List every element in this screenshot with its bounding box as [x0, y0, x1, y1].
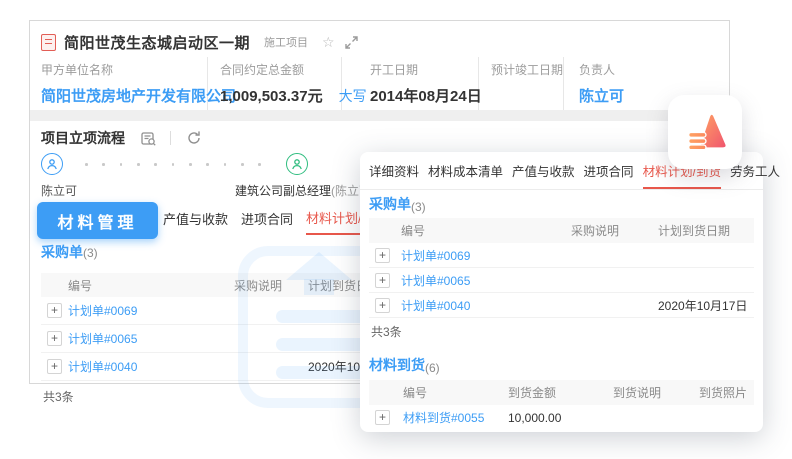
field-contract-amount: 合同约定总金额 1,009,503.37元大写 — [208, 57, 342, 117]
project-type-badge: 施工项目 — [264, 34, 308, 50]
favorite-star-icon[interactable]: ☆ — [322, 34, 335, 51]
table-footer-count: 共3条 — [369, 318, 754, 344]
purchase-section-title: 采购单(3) — [369, 190, 426, 214]
flow-refresh-icon[interactable] — [187, 131, 201, 145]
icon-divider — [170, 131, 171, 145]
field-label: 负责人 — [579, 61, 723, 78]
col-id: 编号 — [68, 277, 234, 294]
document-icon — [41, 34, 56, 51]
row-link[interactable]: 材料到货#0055 — [403, 409, 508, 426]
table-row[interactable]: + 计划单#0040 2020年10月17日 — [369, 293, 754, 318]
row-link[interactable]: 计划单#0069 — [401, 247, 571, 264]
project-title: 简阳世茂生态城启动区一期 — [64, 32, 250, 53]
flow-end-role: 建筑公司副总经理 — [235, 184, 331, 198]
row-link[interactable]: 计划单#0040 — [68, 358, 234, 375]
table-row[interactable]: + 计划单#0065 — [369, 268, 754, 293]
col-description: 采购说明 — [571, 222, 658, 239]
flow-start-person-icon[interactable] — [41, 153, 63, 175]
expand-row-icon[interactable]: + — [375, 248, 390, 263]
table-header: 编号 采购说明 计划到货日期 — [369, 218, 754, 243]
materials-management-button[interactable]: 材料管理 — [37, 202, 158, 239]
expand-row-icon[interactable]: + — [375, 273, 390, 288]
section-title: 采购单 — [369, 194, 411, 214]
row-link[interactable]: 计划单#0040 — [401, 297, 571, 314]
col-description: 到货说明 — [613, 384, 699, 401]
row-amount: 10,000.00 — [508, 411, 613, 425]
field-owner: 甲方单位名称 简阳世茂房地产开发有限公司 — [41, 57, 208, 117]
section-title: 材料到货 — [369, 355, 425, 375]
amount-text: 1,009,503.37元 — [220, 88, 323, 105]
tab-details[interactable]: 详细资料 — [369, 152, 419, 189]
flow-title: 项目立项流程 — [41, 128, 125, 148]
arrival-table: 编号 到货金额 到货说明 到货照片 + 材料到货#0055 10,000.00 — [369, 380, 754, 430]
field-label: 开工日期 — [370, 61, 478, 78]
expand-row-icon[interactable]: + — [375, 410, 390, 425]
app-logo-icon — [682, 109, 728, 155]
section-title: 采购单 — [41, 244, 83, 260]
window-header: 简阳世茂生态城启动区一期 施工项目 ☆ — [41, 28, 358, 56]
project-info-fields: 甲方单位名称 简阳世茂房地产开发有限公司 合同约定总金额 1,009,503.3… — [41, 57, 723, 117]
col-photo: 到货照片 — [699, 384, 754, 401]
tab-incoming-contracts[interactable]: 进项合同 — [584, 152, 634, 189]
flow-section-header: 项目立项流程 — [41, 128, 201, 148]
field-planned-finish-date: 预计竣工日期 — [479, 57, 564, 117]
section-divider-band — [30, 110, 729, 121]
section-count: (3) — [411, 200, 426, 214]
flow-dotted-line — [85, 163, 261, 166]
expand-row-icon[interactable]: + — [47, 331, 62, 346]
watermark-arrow — [286, 252, 352, 280]
field-label: 预计竣工日期 — [491, 61, 563, 78]
expand-row-icon[interactable]: + — [375, 298, 390, 313]
section-count: (3) — [83, 246, 98, 260]
field-value[interactable]: 简阳世茂房地产开发有限公司 — [41, 85, 207, 106]
flow-end-person-icon[interactable] — [286, 153, 308, 175]
field-start-date: 开工日期 2014年08月24日 — [342, 57, 479, 117]
watermark-bar — [276, 366, 366, 379]
field-value: 2014年08月24日 — [370, 85, 478, 106]
col-id: 编号 — [401, 222, 571, 239]
row-link[interactable]: 计划单#0065 — [68, 330, 234, 347]
flow-end-name: 建筑公司副总经理(陈立可) — [235, 182, 375, 199]
flow-preview-icon[interactable] — [141, 131, 156, 146]
arrival-section-title: 材料到货(6) — [369, 351, 440, 375]
purchase-section-title: 采购单(3) — [41, 242, 98, 262]
col-planned-date: 计划到货日期 — [658, 222, 754, 239]
section-count: (6) — [425, 361, 440, 375]
tab-output-and-receipts[interactable]: 产值与收款 — [163, 209, 228, 234]
field-label: 甲方单位名称 — [41, 61, 207, 78]
field-label: 合同约定总金额 — [220, 61, 341, 78]
row-link[interactable]: 计划单#0065 — [401, 272, 571, 289]
watermark-arrow-stem — [304, 279, 334, 295]
table-row[interactable]: + 材料到货#0055 10,000.00 — [369, 405, 754, 430]
table-row[interactable]: + 计划单#0069 — [369, 243, 754, 268]
expand-row-icon[interactable]: + — [47, 303, 62, 318]
row-link[interactable]: 计划单#0069 — [68, 302, 234, 319]
tab-incoming-contracts[interactable]: 进项合同 — [241, 209, 293, 234]
col-id: 编号 — [403, 384, 508, 401]
table-header: 编号 到货金额 到货说明 到货照片 — [369, 380, 754, 405]
detail-panel: 详细资料 材料成本清单 产值与收款 进项合同 材料计划/到货 劳务工人 采购单(… — [360, 152, 763, 432]
flow-start-name: 陈立可 — [41, 182, 77, 199]
tab-material-cost-list[interactable]: 材料成本清单 — [428, 152, 503, 189]
col-amount: 到货金额 — [508, 384, 613, 401]
app-logo-card — [668, 95, 742, 169]
expand-row-icon[interactable]: + — [47, 359, 62, 374]
tab-output-and-receipts[interactable]: 产值与收款 — [512, 152, 575, 189]
expand-icon[interactable] — [345, 36, 358, 49]
purchase-table: 编号 采购说明 计划到货日期 + 计划单#0069 + 计划单#0065 + 计… — [369, 218, 754, 344]
field-value: 1,009,503.37元大写 — [220, 85, 341, 106]
